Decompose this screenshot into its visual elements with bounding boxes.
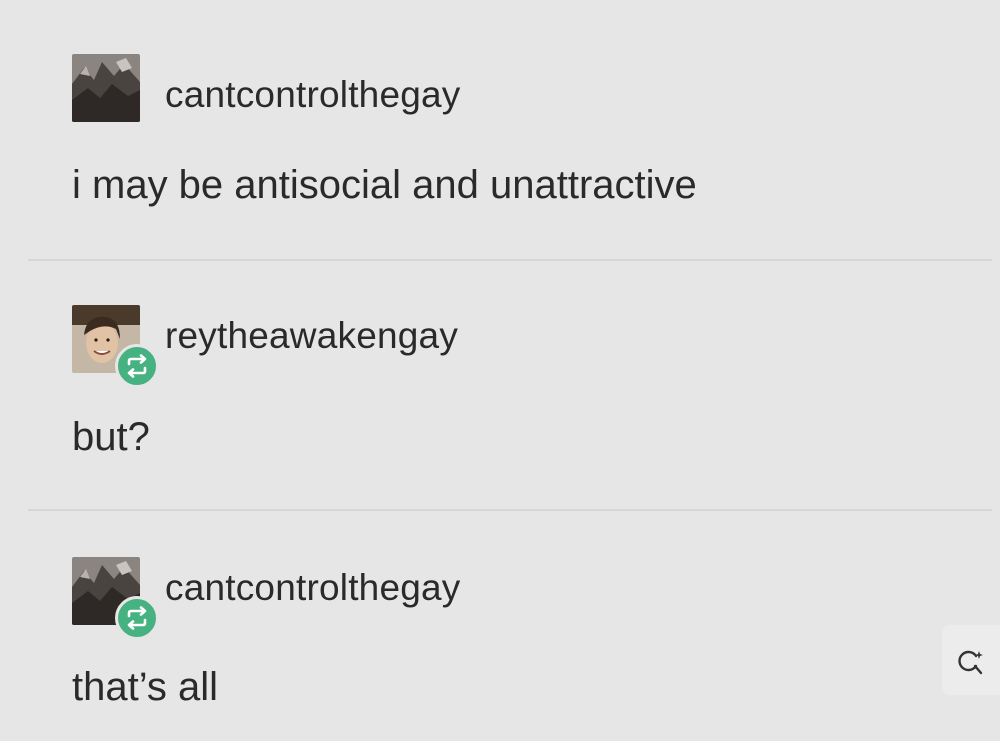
avatar-rocky-landscape-icon [72,54,140,122]
floating-search-button[interactable] [942,625,1000,695]
post-item: reytheawakengay but? [0,262,1000,510]
post-item: cantcontrolthegay that’s all [0,512,1000,741]
user-avatar[interactable] [72,54,140,122]
post-body-text: i may be antisocial and unattractive [72,163,697,207]
reblog-icon [127,354,147,378]
reblog-icon [127,606,147,630]
post-divider [28,259,992,261]
post-body-text: but? [72,415,150,459]
post-divider [28,509,992,511]
post-item: cantcontrolthegay i may be antisocial an… [0,0,1000,260]
post-username[interactable]: cantcontrolthegay [165,74,460,116]
search-sparkle-icon [958,650,983,675]
reblog-badge [115,596,159,640]
post-username[interactable]: reytheawakengay [165,315,458,357]
reblog-badge [115,344,159,388]
post-username[interactable]: cantcontrolthegay [165,567,460,609]
post-body-text: that’s all [72,665,219,709]
